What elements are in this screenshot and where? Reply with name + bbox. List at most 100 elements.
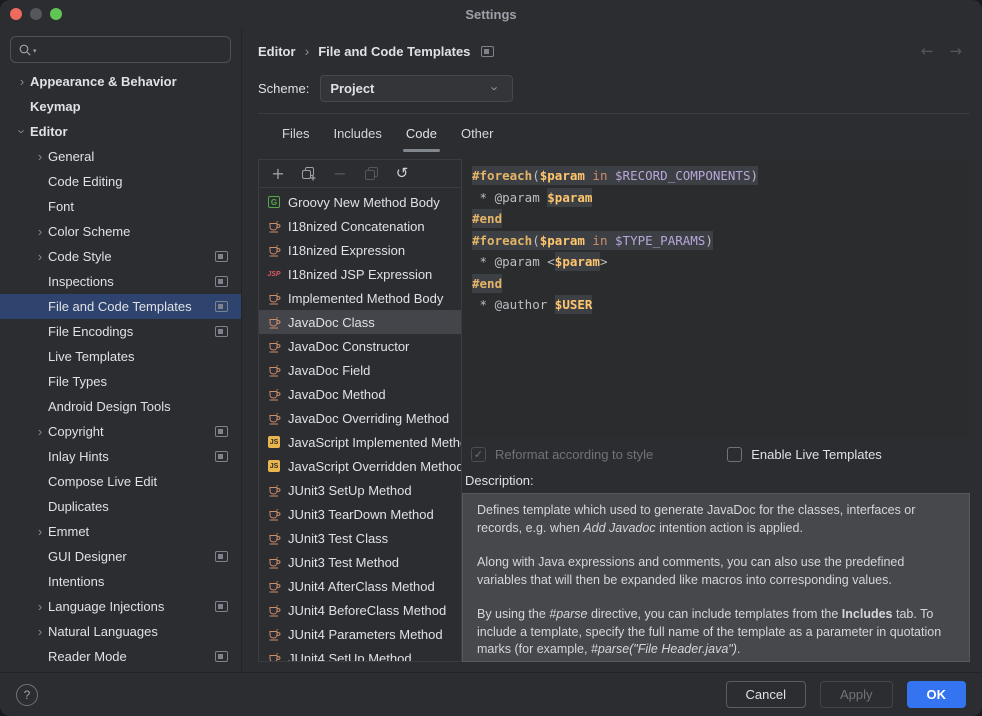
sidebar-item-keymap[interactable]: Keymap — [0, 94, 241, 119]
sidebar-item-editor[interactable]: ›Editor — [0, 119, 241, 144]
reset-icon[interactable]: ↺ — [394, 166, 410, 182]
search-field[interactable]: ▾ — [10, 36, 231, 63]
sidebar-item-general[interactable]: ›General — [0, 144, 241, 169]
template-item-javadoc-overriding-method[interactable]: JavaDoc Overriding Method — [259, 406, 461, 430]
ok-button[interactable]: OK — [907, 681, 967, 708]
screen-badge-icon — [215, 426, 228, 437]
java-class-icon — [266, 652, 282, 662]
sidebar-item-file-encodings[interactable]: File Encodings — [0, 319, 241, 344]
template-item-implemented-method-body[interactable]: Implemented Method Body — [259, 286, 461, 310]
template-item-groovy-new-method-body[interactable]: GGroovy New Method Body — [259, 190, 461, 214]
template-item-junit3-teardown-method[interactable]: JUnit3 TearDown Method — [259, 502, 461, 526]
chevron-right-icon[interactable]: › — [32, 225, 48, 238]
template-item-junit3-test-method[interactable]: JUnit3 Test Method — [259, 550, 461, 574]
chevron-right-icon[interactable]: › — [32, 525, 48, 538]
duplicate-icon[interactable] — [301, 166, 317, 182]
close-window-icon[interactable] — [10, 8, 22, 20]
chevron-right-icon[interactable]: › — [32, 250, 48, 263]
settings-window: Settings ▾ ›Appearance & BehaviorKeymap›… — [0, 0, 982, 716]
sidebar-item-gui-designer[interactable]: GUI Designer — [0, 544, 241, 569]
sidebar-item-label: File Encodings — [48, 324, 207, 339]
sidebar-item-natural-languages[interactable]: ›Natural Languages — [0, 619, 241, 644]
apply-button[interactable]: Apply — [820, 681, 893, 708]
templates-panel: + − ↺ GGroovy New Method Body I18nized Conc… — [258, 159, 970, 662]
sidebar-item-duplicates[interactable]: Duplicates — [0, 494, 241, 519]
template-item-junit4-afterclass-method[interactable]: JUnit4 AfterClass Method — [259, 574, 461, 598]
template-item-junit3-setup-method[interactable]: JUnit3 SetUp Method — [259, 478, 461, 502]
sidebar-item-intentions[interactable]: Intentions — [0, 569, 241, 594]
forward-arrow-icon[interactable]: → — [949, 42, 962, 60]
template-item-javadoc-class[interactable]: JavaDoc Class — [259, 310, 461, 334]
live-templates-checkbox-icon[interactable] — [727, 447, 742, 462]
template-code-editor[interactable]: #foreach($param in $RECORD_COMPONENTS) *… — [462, 159, 970, 437]
live-templates-option[interactable]: Enable Live Templates — [727, 447, 882, 462]
help-button[interactable]: ? — [16, 684, 38, 706]
template-item-javadoc-constructor[interactable]: JavaDoc Constructor — [259, 334, 461, 358]
minimize-window-icon[interactable] — [30, 8, 42, 20]
sidebar-item-copyright[interactable]: ›Copyright — [0, 419, 241, 444]
sidebar-item-inspections[interactable]: Inspections — [0, 269, 241, 294]
java-class-icon — [266, 340, 282, 353]
sidebar-item-reader-mode[interactable]: Reader Mode — [0, 644, 241, 669]
template-item-junit3-test-class[interactable]: JUnit3 Test Class — [259, 526, 461, 550]
reformat-checkbox-icon[interactable]: ✓ — [471, 447, 486, 462]
copy-icon[interactable] — [363, 166, 379, 182]
sidebar-item-file-and-code-templates[interactable]: File and Code Templates — [0, 294, 241, 319]
sidebar-item-label: File and Code Templates — [48, 299, 207, 314]
chevron-down-icon[interactable]: › — [16, 124, 29, 140]
breadcrumb-separator-icon: › — [305, 43, 310, 59]
template-item-javadoc-field[interactable]: JavaDoc Field — [259, 358, 461, 382]
chevron-right-icon[interactable]: › — [14, 75, 30, 88]
tab-includes[interactable]: Includes — [321, 114, 393, 153]
zoom-window-icon[interactable] — [50, 8, 62, 20]
template-item-junit4-setup-method[interactable]: JUnit4 SetUp Method — [259, 646, 461, 661]
chevron-right-icon[interactable]: › — [32, 625, 48, 638]
sidebar-item-code-editing[interactable]: Code Editing — [0, 169, 241, 194]
template-item-label: JUnit3 Test Method — [288, 555, 399, 570]
javascript-icon: JS — [266, 460, 282, 472]
sidebar-item-inlay-hints[interactable]: Inlay Hints — [0, 444, 241, 469]
template-item-junit4-beforeclass-method[interactable]: JUnit4 BeforeClass Method — [259, 598, 461, 622]
chevron-right-icon[interactable]: › — [32, 150, 48, 163]
reformat-option[interactable]: ✓ Reformat according to style — [471, 447, 653, 462]
template-item-i18nized-expression[interactable]: I18nized Expression — [259, 238, 461, 262]
jsp-icon: JSP — [266, 271, 282, 278]
template-item-i18nized-jsp-expression[interactable]: JSPI18nized JSP Expression — [259, 262, 461, 286]
tab-files[interactable]: Files — [270, 114, 321, 153]
template-item-javascript-implemented-method-body[interactable]: JSJavaScript Implemented Method Body — [259, 430, 461, 454]
scheme-select[interactable]: Project › — [320, 75, 513, 102]
template-item-i18nized-concatenation[interactable]: I18nized Concatenation — [259, 214, 461, 238]
chevron-right-icon[interactable]: › — [32, 600, 48, 613]
remove-icon[interactable]: − — [332, 166, 348, 182]
description-paragraph: By using the #parse directive, you can i… — [477, 606, 955, 659]
chevron-right-icon[interactable]: › — [32, 425, 48, 438]
template-item-javascript-overridden-method-body[interactable]: JSJavaScript Overridden Method Body — [259, 454, 461, 478]
template-item-label: JavaDoc Class — [288, 315, 375, 330]
sidebar-item-file-types[interactable]: File Types — [0, 369, 241, 394]
tab-other[interactable]: Other — [449, 114, 506, 153]
sidebar-item-language-injections[interactable]: ›Language Injections — [0, 594, 241, 619]
sidebar-item-android-design-tools[interactable]: Android Design Tools — [0, 394, 241, 419]
cancel-button[interactable]: Cancel — [726, 681, 806, 708]
sidebar-item-live-templates[interactable]: Live Templates — [0, 344, 241, 369]
template-item-label: JUnit3 Test Class — [288, 531, 388, 546]
screen-badge-icon — [215, 301, 228, 312]
sidebar-item-label: Live Templates — [48, 349, 228, 364]
template-item-junit4-parameters-method[interactable]: JUnit4 Parameters Method — [259, 622, 461, 646]
sidebar-item-emmet[interactable]: ›Emmet — [0, 519, 241, 544]
tab-code[interactable]: Code — [394, 114, 449, 153]
back-arrow-icon[interactable]: ← — [921, 42, 934, 60]
live-templates-label: Enable Live Templates — [751, 447, 882, 462]
sidebar-item-color-scheme[interactable]: ›Color Scheme — [0, 219, 241, 244]
code-line: #foreach($param in $TYPE_PARAMS) — [472, 230, 960, 252]
sidebar-item-appearance-behavior[interactable]: ›Appearance & Behavior — [0, 69, 241, 94]
template-item-label: I18nized Concatenation — [288, 219, 425, 234]
add-icon[interactable]: + — [270, 166, 286, 182]
breadcrumb-editor[interactable]: Editor — [258, 44, 296, 59]
search-options-caret-icon[interactable]: ▾ — [33, 47, 37, 55]
sidebar-item-font[interactable]: Font — [0, 194, 241, 219]
sidebar-item-compose-live-edit[interactable]: Compose Live Edit — [0, 469, 241, 494]
search-input[interactable] — [38, 41, 223, 58]
sidebar-item-code-style[interactable]: ›Code Style — [0, 244, 241, 269]
template-item-javadoc-method[interactable]: JavaDoc Method — [259, 382, 461, 406]
